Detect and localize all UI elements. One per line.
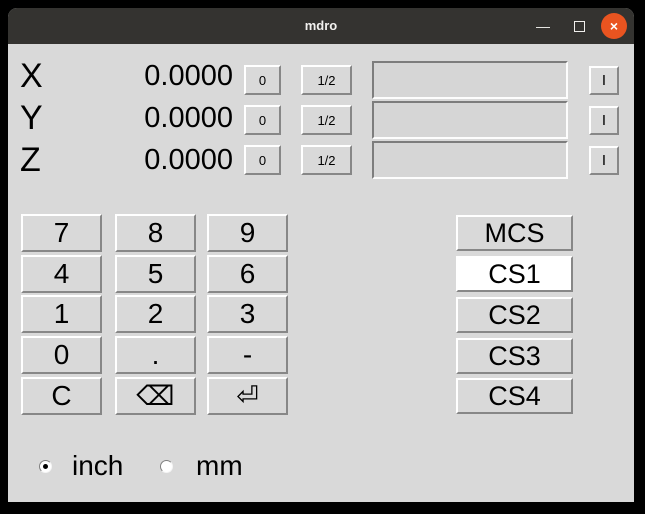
- key-6[interactable]: 6: [207, 255, 288, 293]
- maximize-button[interactable]: [564, 8, 594, 44]
- axis-y-value: 0.0000: [58, 100, 233, 136]
- desktop: { "titlebar": { "title": "mdro", "icons"…: [0, 0, 645, 514]
- close-icon: ×: [601, 13, 627, 39]
- unit-mm-label: mm: [196, 451, 243, 481]
- key-enter enter-icon[interactable]: ⏎: [207, 377, 288, 415]
- key-5[interactable]: 5: [115, 255, 196, 293]
- cs1-button[interactable]: CS1: [456, 256, 573, 292]
- mcs-button[interactable]: MCS: [456, 215, 573, 251]
- unit-radio-mm[interactable]: mm: [160, 451, 243, 481]
- axis-z-value: 0.0000: [58, 142, 233, 178]
- axis-y-half-button[interactable]: 1/2: [301, 105, 352, 135]
- key-clear[interactable]: C: [21, 377, 102, 415]
- key-4[interactable]: 4: [21, 255, 102, 293]
- cs4-button[interactable]: CS4: [456, 378, 573, 414]
- minimize-button[interactable]: —: [528, 8, 558, 44]
- axis-y-incremental-button[interactable]: I: [589, 106, 619, 135]
- key-decimal[interactable]: .: [115, 336, 196, 374]
- axis-z-zero-button[interactable]: 0: [244, 145, 281, 175]
- axis-x-incremental-button[interactable]: I: [589, 66, 619, 95]
- key-8[interactable]: 8: [115, 214, 196, 252]
- unit-radio-inch[interactable]: inch: [39, 451, 123, 481]
- axis-x-half-button[interactable]: 1/2: [301, 65, 352, 95]
- unit-inch-label: inch: [72, 451, 123, 481]
- key-backspace backspace-icon[interactable]: ⌫: [115, 377, 196, 415]
- maximize-icon: [574, 21, 585, 32]
- axis-y-zero-button[interactable]: 0: [244, 105, 281, 135]
- key-1[interactable]: 1: [21, 295, 102, 333]
- axis-x-zero-button[interactable]: 0: [244, 65, 281, 95]
- axis-y-entry[interactable]: [372, 101, 568, 139]
- mdro-window: mdro — × X 0.0000 0 1/2 I Y 0.0000 0 1/2…: [8, 8, 634, 502]
- radio-dot: [43, 464, 48, 469]
- radio-indicator-inch: [39, 460, 52, 473]
- axis-x-entry[interactable]: [372, 61, 568, 99]
- minimize-icon: —: [536, 18, 550, 34]
- cs2-button[interactable]: CS2: [456, 297, 573, 333]
- cs3-button[interactable]: CS3: [456, 338, 573, 374]
- titlebar[interactable]: mdro — ×: [8, 8, 634, 44]
- radio-indicator-mm: [160, 460, 173, 473]
- key-minus[interactable]: -: [207, 336, 288, 374]
- axis-x-value: 0.0000: [58, 58, 233, 94]
- key-9[interactable]: 9: [207, 214, 288, 252]
- close-button[interactable]: ×: [599, 8, 629, 44]
- key-3[interactable]: 3: [207, 295, 288, 333]
- axis-z-incremental-button[interactable]: I: [589, 146, 619, 175]
- key-0[interactable]: 0: [21, 336, 102, 374]
- key-7[interactable]: 7: [21, 214, 102, 252]
- axis-z-entry[interactable]: [372, 141, 568, 179]
- axis-z-half-button[interactable]: 1/2: [301, 145, 352, 175]
- key-2[interactable]: 2: [115, 295, 196, 333]
